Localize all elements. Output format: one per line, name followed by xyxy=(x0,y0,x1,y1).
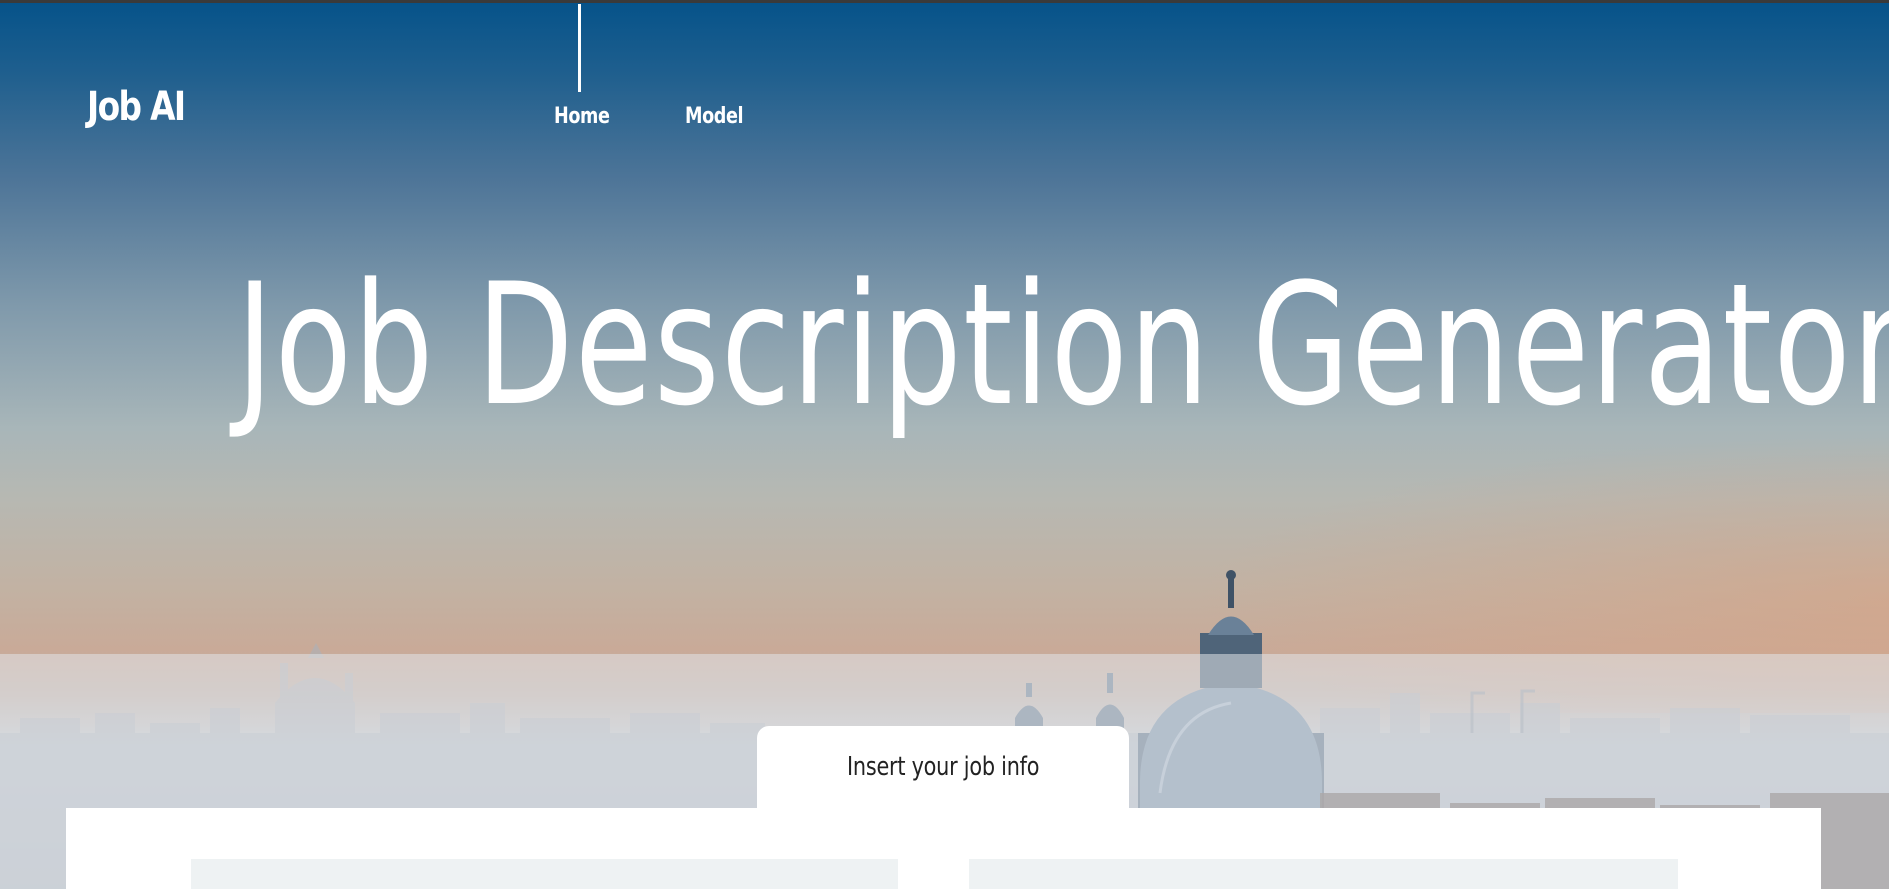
job-info-field-right[interactable] xyxy=(969,859,1678,889)
nav-item-home[interactable]: Home xyxy=(554,104,610,129)
brand-logo[interactable]: Job AI xyxy=(87,84,186,130)
hero-title: Job Description Generator xyxy=(236,247,1889,443)
nav-item-model[interactable]: Model xyxy=(685,104,744,129)
job-info-field-left[interactable] xyxy=(191,859,898,889)
tab-label: Insert your job info xyxy=(846,752,1040,782)
window-top-border xyxy=(0,0,1889,3)
tab-insert-job-info[interactable]: Insert your job info xyxy=(757,726,1129,808)
active-nav-indicator xyxy=(578,4,581,92)
job-info-form-panel xyxy=(66,808,1821,889)
